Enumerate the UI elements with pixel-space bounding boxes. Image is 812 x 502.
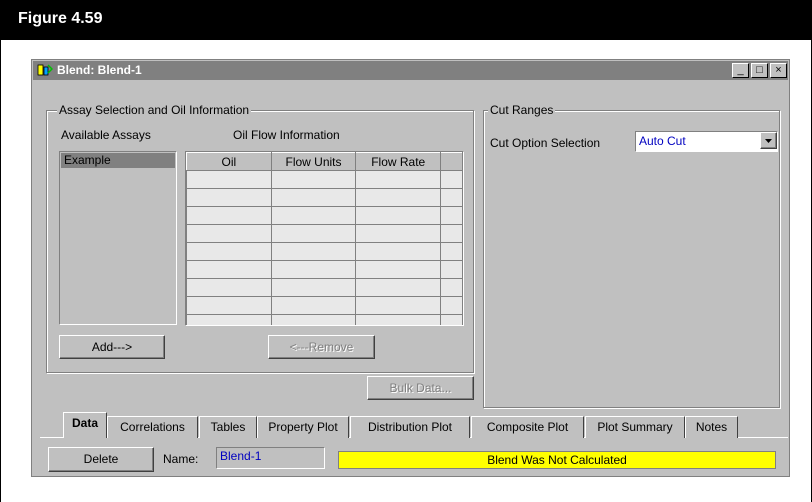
close-button[interactable]: × [770, 63, 787, 78]
list-item-example[interactable]: Example [61, 153, 175, 168]
tab-data[interactable]: Data [63, 412, 107, 438]
table-row[interactable] [186, 260, 463, 279]
tab-correlations[interactable]: Correlations [107, 416, 198, 438]
tab-plot-summary[interactable]: Plot Summary [585, 416, 685, 438]
tab-distribution-plot[interactable]: Distribution Plot [350, 416, 470, 438]
name-field[interactable]: Blend-1 [216, 447, 325, 469]
assay-group-legend: Assay Selection and Oil Information [57, 103, 252, 117]
status-bar: Blend Was Not Calculated [338, 451, 776, 469]
window-titlebar[interactable] [33, 61, 788, 80]
cut-option-label: Cut Option Selection [490, 136, 601, 150]
table-row[interactable] [186, 188, 463, 207]
table-row[interactable] [186, 314, 463, 325]
column-flow-rate[interactable]: Flow Rate [355, 152, 442, 171]
add-button[interactable]: Add---> [59, 335, 165, 359]
cut-ranges-legend: Cut Ranges [488, 103, 556, 117]
dropdown-arrow-button[interactable] [760, 132, 777, 149]
figure-title: Figure 4.59 [18, 10, 103, 27]
column-flow-units[interactable]: Flow Units [270, 152, 357, 171]
tab-composite-plot[interactable]: Composite Plot [471, 416, 584, 438]
table-row[interactable] [186, 242, 463, 261]
minimize-button[interactable]: _ [732, 63, 749, 78]
window-title: Blend: Blend-1 [57, 63, 142, 77]
oil-flow-grid[interactable]: Oil Flow Units Flow Rate [185, 151, 464, 326]
tab-notes[interactable]: Notes [685, 416, 738, 438]
tab-tables[interactable]: Tables [199, 416, 257, 438]
oil-flow-label: Oil Flow Information [233, 128, 340, 142]
column-extra [440, 152, 463, 171]
table-row[interactable] [186, 224, 463, 243]
cut-ranges-group [483, 110, 780, 408]
table-row[interactable] [186, 170, 463, 189]
cut-option-value: Auto Cut [639, 134, 686, 148]
table-row[interactable] [186, 278, 463, 297]
table-row[interactable] [186, 206, 463, 225]
delete-button[interactable]: Delete [48, 447, 154, 472]
app-icon [37, 63, 54, 78]
name-label: Name: [163, 452, 199, 466]
chevron-down-icon [765, 139, 772, 143]
maximize-button[interactable]: □ [751, 63, 768, 78]
tab-property-plot[interactable]: Property Plot [257, 416, 349, 438]
remove-button[interactable]: <---Remove [268, 335, 375, 359]
figure-header-bar [0, 0, 812, 40]
cut-option-select[interactable]: Auto Cut [635, 131, 778, 152]
available-assays-label: Available Assays [61, 128, 151, 142]
available-assays-list[interactable]: Example [59, 151, 177, 325]
column-oil[interactable]: Oil [186, 152, 272, 171]
bulk-data-button[interactable]: Bulk Data... [367, 376, 474, 400]
table-row[interactable] [186, 296, 463, 315]
